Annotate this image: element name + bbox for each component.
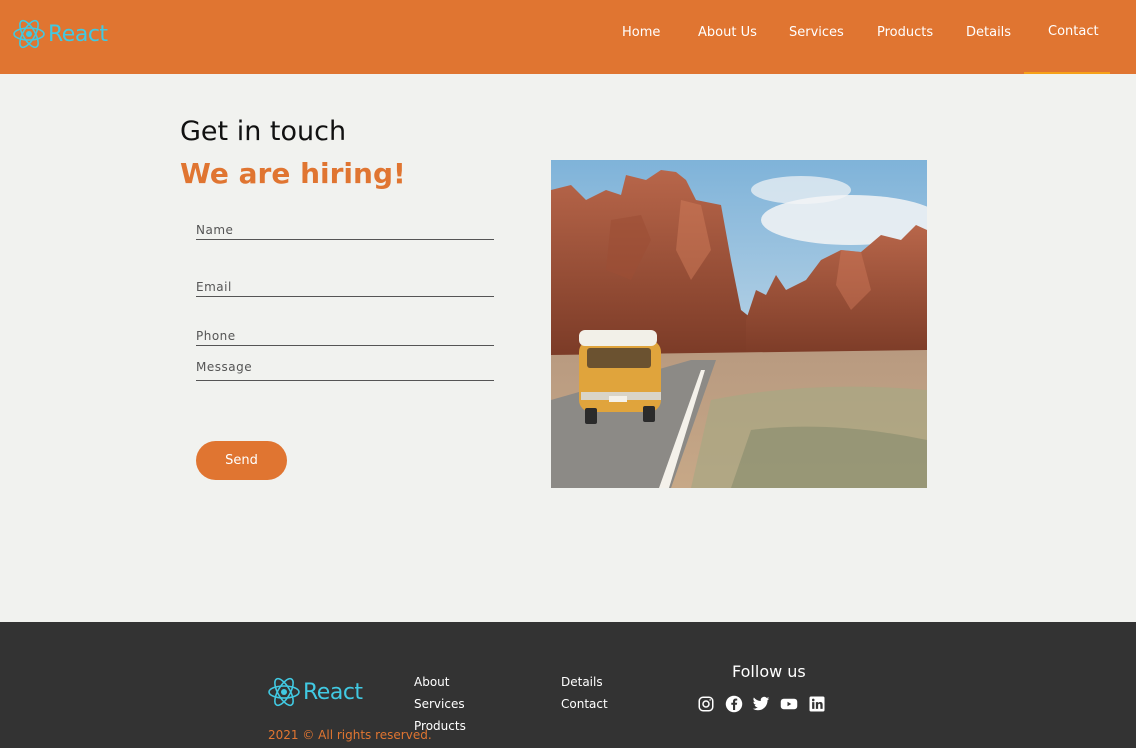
- footer-logo[interactable]: React: [267, 673, 363, 711]
- desert-van-photo: [551, 160, 927, 488]
- page-title: Get in touch: [180, 116, 347, 147]
- message-field: [196, 360, 494, 381]
- nav-services[interactable]: Services: [789, 25, 844, 40]
- footer-link-contact[interactable]: Contact: [561, 697, 608, 711]
- nav-home[interactable]: Home: [622, 25, 660, 40]
- phone-input[interactable]: [196, 329, 494, 344]
- youtube-icon[interactable]: [780, 695, 798, 713]
- brand-name: React: [48, 21, 108, 47]
- copyright-text: 2021 © All rights reserved.: [268, 728, 432, 742]
- footer-link-products[interactable]: Products: [414, 719, 466, 733]
- linkedin-icon[interactable]: [808, 695, 826, 713]
- nav-contact[interactable]: Contact: [1048, 24, 1099, 39]
- facebook-icon[interactable]: [725, 695, 743, 713]
- top-navbar: React Home About Us Services Products De…: [0, 0, 1136, 74]
- brand-logo[interactable]: React: [12, 14, 108, 54]
- follow-us-heading: Follow us: [732, 662, 806, 681]
- send-button[interactable]: Send: [196, 441, 287, 480]
- twitter-icon[interactable]: [752, 695, 770, 713]
- email-input[interactable]: [196, 280, 494, 295]
- footer-brand-name: React: [303, 679, 363, 705]
- nav-products[interactable]: Products: [877, 25, 933, 40]
- nav-details[interactable]: Details: [966, 25, 1011, 40]
- email-field: [196, 278, 494, 297]
- phone-field: [196, 327, 494, 346]
- name-field: [196, 221, 494, 240]
- footer-link-details[interactable]: Details: [561, 675, 603, 689]
- react-atom-icon: [13, 19, 45, 49]
- instagram-icon[interactable]: [697, 695, 715, 713]
- name-input[interactable]: [196, 223, 494, 238]
- page-subtitle: We are hiring!: [180, 157, 406, 190]
- footer-link-services[interactable]: Services: [414, 697, 465, 711]
- message-input[interactable]: [196, 360, 494, 375]
- hero-image: [551, 160, 927, 488]
- nav-about-us[interactable]: About Us: [698, 25, 757, 40]
- active-nav-indicator: [1024, 72, 1110, 74]
- footer-link-about[interactable]: About: [414, 675, 449, 689]
- react-atom-icon: [268, 677, 300, 707]
